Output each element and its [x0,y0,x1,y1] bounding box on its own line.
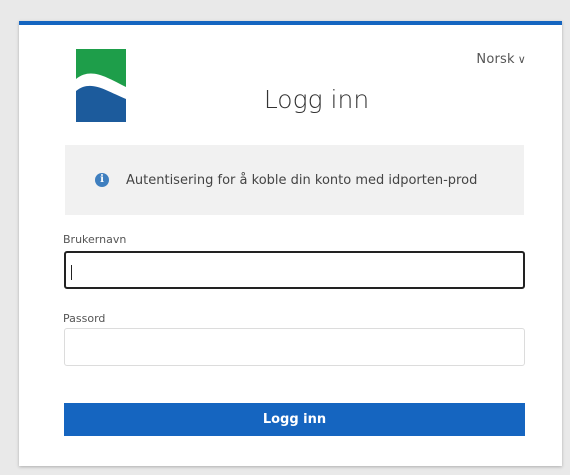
page-title: Logg inn [263,85,370,114]
password-input[interactable] [64,328,525,366]
language-selector[interactable]: Norsk ∨ [476,52,526,67]
username-label: Brukernavn [63,233,127,246]
info-icon: i [95,173,109,187]
language-label: Norsk [476,52,515,67]
password-label: Passord [63,312,106,325]
username-input[interactable] [64,251,525,289]
chevron-down-icon: ∨ [517,53,526,66]
login-button[interactable]: Logg inn [64,403,525,436]
login-card: Norsk ∨ Logg inn i Autentisering for å ko… [19,21,562,466]
info-message: Autentisering for å koble din konto med … [126,172,478,188]
text-caret [71,265,72,280]
info-banner: i Autentisering for å koble din konto me… [65,145,524,215]
